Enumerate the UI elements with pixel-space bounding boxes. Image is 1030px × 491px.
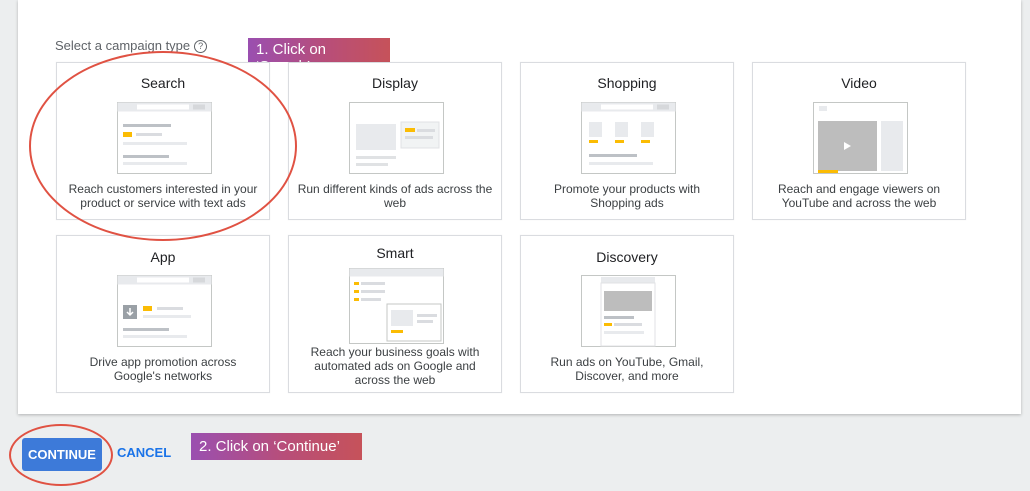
campaign-card-video[interactable]: Video Reach and engage viewers on YouTub… <box>752 62 966 220</box>
campaign-card-discovery[interactable]: Discovery Run ads on YouTube, Gmail, Dis… <box>520 235 734 393</box>
display-ad-illustration <box>349 102 444 174</box>
card-description: Run different kinds of ads across the we… <box>297 182 493 210</box>
card-title: Shopping <box>597 75 657 91</box>
card-description: Run ads on YouTube, Gmail, Discover, and… <box>550 355 704 383</box>
app-ad-illustration <box>117 275 212 347</box>
card-title: Search <box>140 75 186 91</box>
card-title: Display <box>372 75 418 91</box>
callout-click-search: 1. Click on ‘Search’ <box>248 38 390 75</box>
callout-click-continue: 2. Click on ‘Continue’ <box>191 433 362 460</box>
campaign-card-smart[interactable]: Smart Reach your business goals with aut… <box>288 235 502 393</box>
campaign-card-search[interactable]: Search Reach customers interested in you… <box>56 62 270 220</box>
card-description: Reach and engage viewers on YouTube and … <box>777 182 941 210</box>
discovery-ad-illustration <box>581 275 676 347</box>
card-description: Promote your products with Shopping ads <box>553 182 701 210</box>
continue-button[interactable]: CONTINUE <box>22 438 102 471</box>
campaign-card-shopping[interactable]: Shopping Promote your products with Shop… <box>520 62 734 220</box>
video-ad-illustration <box>813 102 908 174</box>
search-ad-illustration <box>117 102 212 174</box>
card-description: Drive app promotion across Google's netw… <box>89 355 237 383</box>
campaign-card-app[interactable]: App Drive app promotion across Google's … <box>56 235 270 393</box>
card-title: Smart <box>376 245 414 261</box>
card-title: Video <box>841 75 877 91</box>
cancel-button[interactable]: CANCEL <box>117 445 171 460</box>
smart-ad-illustration <box>349 268 444 344</box>
card-title: Discovery <box>596 249 658 265</box>
campaign-card-display[interactable]: Display Run different kinds of ads acros… <box>288 62 502 220</box>
section-label: Select a campaign type? <box>55 38 208 53</box>
help-icon[interactable]: ? <box>194 40 208 53</box>
card-description: Reach your business goals with automated… <box>310 345 480 387</box>
shopping-ad-illustration <box>581 102 676 174</box>
card-title: App <box>150 249 176 265</box>
card-description: Reach customers interested in your produ… <box>68 182 258 210</box>
